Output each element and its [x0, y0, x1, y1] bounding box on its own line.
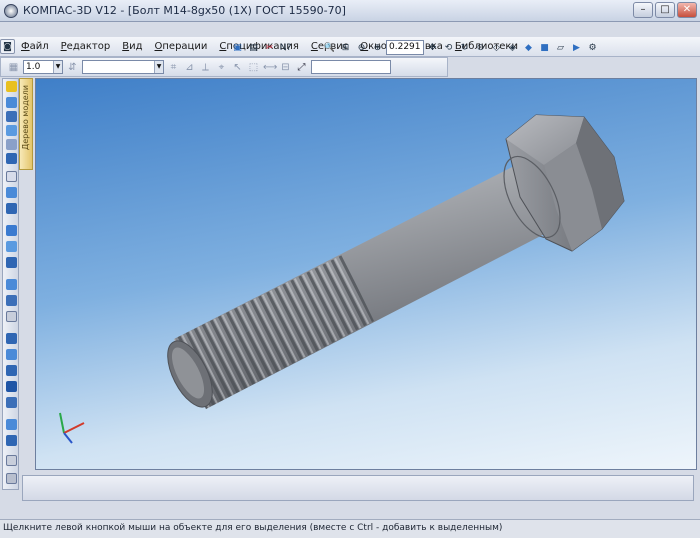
array-icon[interactable]	[6, 311, 17, 322]
document-menu-icon[interactable]: ◙	[0, 39, 15, 54]
layer-dropdown-icon[interactable]: ▼	[154, 61, 163, 73]
filter-tree-icon[interactable]	[6, 81, 17, 92]
thread-icon[interactable]	[6, 295, 17, 306]
library-icon[interactable]	[6, 455, 17, 466]
wireframe-icon[interactable]: ◇	[489, 40, 504, 55]
chamfer-icon[interactable]	[6, 225, 17, 236]
window-controls: – □ ✕	[633, 2, 697, 18]
plane-icon[interactable]	[6, 349, 17, 360]
mirror-icon[interactable]	[6, 333, 17, 344]
menu-file[interactable]: Файл	[15, 41, 55, 52]
step-value: 1.0	[26, 62, 41, 72]
rib-icon[interactable]	[6, 257, 17, 268]
curve-icon[interactable]	[6, 381, 17, 392]
view-toolbar: 🔍 ⊞ ⊖ ⊕ 0.2291 ✥ ⟲ ↻ ⊙ ◇ ◈ ◆ ■ ▱ ▶ ⚙	[322, 40, 600, 55]
shaded-icon[interactable]: ◆	[521, 40, 536, 55]
measure-icon[interactable]: ⟷	[263, 61, 277, 74]
grid-icon[interactable]: ⌗	[167, 61, 180, 74]
zoom-dynamic-icon[interactable]: ⊕	[370, 40, 385, 55]
measure-tool-icon[interactable]	[6, 419, 17, 430]
step-field[interactable]: 1.0 ▼	[23, 60, 63, 74]
extrude-icon[interactable]	[6, 111, 17, 122]
sweep-icon[interactable]	[6, 139, 17, 150]
app-logo-icon	[4, 3, 18, 18]
cursor-icon[interactable]: ↖	[231, 61, 244, 74]
new-doc-icon[interactable]: ▣	[230, 40, 245, 55]
loft-icon[interactable]	[6, 153, 17, 164]
cut-extrude-icon[interactable]	[6, 187, 17, 198]
filter-icon[interactable]: ⚙	[585, 40, 600, 55]
fillet-icon[interactable]	[6, 203, 17, 214]
refresh-icon[interactable]: ↻	[457, 40, 472, 55]
view-options-icon[interactable]: ⊟	[279, 61, 292, 74]
zoom-window-icon[interactable]: ⊞	[338, 40, 353, 55]
layer-field[interactable]: ▼	[82, 60, 164, 74]
section-icon[interactable]: ▶	[569, 40, 584, 55]
zoom-in-icon[interactable]: 🔍	[322, 40, 337, 55]
variables-icon[interactable]: ✂	[262, 40, 277, 55]
axis-triad-icon	[59, 412, 85, 444]
mass-properties-icon[interactable]	[6, 435, 17, 446]
menu-edit[interactable]: Редактор	[55, 41, 117, 52]
select-icon[interactable]: ⬚	[247, 61, 260, 74]
revolve-icon[interactable]	[6, 125, 17, 136]
title-bar: КОМПАС-3D V12 - [Болт М14-8gx50 (1Х) ГОС…	[0, 0, 700, 22]
rotate-icon[interactable]: ⟲	[441, 40, 456, 55]
zoom-out-icon[interactable]: ⊖	[354, 40, 369, 55]
toolbar-empty-area	[448, 57, 700, 77]
properties-panel	[22, 475, 694, 501]
help-icon[interactable]: N?	[278, 40, 293, 55]
surface-icon[interactable]	[6, 397, 17, 408]
bolt-shaft	[167, 161, 558, 409]
snap-icon[interactable]: ⊿	[183, 61, 196, 74]
zoom-scale-field[interactable]: 0.2291	[386, 40, 424, 55]
model-tree-tab[interactable]: Дерево модели	[19, 78, 33, 170]
axis-icon[interactable]: ⤢	[295, 61, 308, 74]
current-state-toolbar: ▦ 1.0 ▼ ⇵ ▼ ⌗ ⊿ ⟂ ⌖ ↖ ⬚ ⟷ ⊟ ⤢	[0, 57, 448, 77]
properties-icon[interactable]: ▤	[246, 40, 261, 55]
status-bar: Щелкните левой кнопкой мыши на объекте д…	[0, 519, 700, 538]
step-icon: ▦	[8, 61, 19, 73]
sketch-icon[interactable]	[6, 171, 17, 182]
edit-sketch-icon[interactable]	[6, 97, 17, 108]
units-icon: ⇵	[68, 61, 77, 73]
kompas-window: КОМПАС-3D V12 - [Болт М14-8gx50 (1Х) ГОС…	[0, 0, 700, 538]
orientation-icon[interactable]: ⊙	[473, 40, 488, 55]
axis-feature-icon[interactable]	[6, 365, 17, 376]
hole-icon[interactable]	[6, 279, 17, 290]
step-dropdown-icon[interactable]: ▼	[53, 61, 62, 73]
shaded-edges-icon[interactable]: ■	[537, 40, 552, 55]
ortho-icon[interactable]: ⟂	[199, 61, 212, 74]
pan-icon[interactable]: ✥	[425, 40, 440, 55]
settings-icon[interactable]	[6, 473, 17, 484]
compact-toolbar	[2, 78, 19, 490]
menu-operations[interactable]: Операции	[149, 41, 214, 52]
shell-icon[interactable]	[6, 241, 17, 252]
hidden-lines-icon[interactable]: ◈	[505, 40, 520, 55]
lcs-icon[interactable]: ⌖	[215, 61, 228, 74]
coordinates-field[interactable]	[311, 60, 391, 74]
maximize-button[interactable]: □	[655, 2, 675, 18]
close-button[interactable]: ✕	[677, 2, 697, 18]
minimize-button[interactable]: –	[633, 2, 653, 18]
standard-toolbar: ▣ ▤ ✂ N?	[230, 40, 293, 55]
bolt-model	[59, 114, 625, 444]
model-tree-label: Дерево модели	[21, 85, 30, 151]
menu-view[interactable]: Вид	[116, 41, 148, 52]
window-title: КОМПАС-3D V12 - [Болт М14-8gx50 (1Х) ГОС…	[23, 4, 346, 17]
model-viewport[interactable]	[35, 78, 697, 470]
perspective-icon[interactable]: ▱	[553, 40, 568, 55]
